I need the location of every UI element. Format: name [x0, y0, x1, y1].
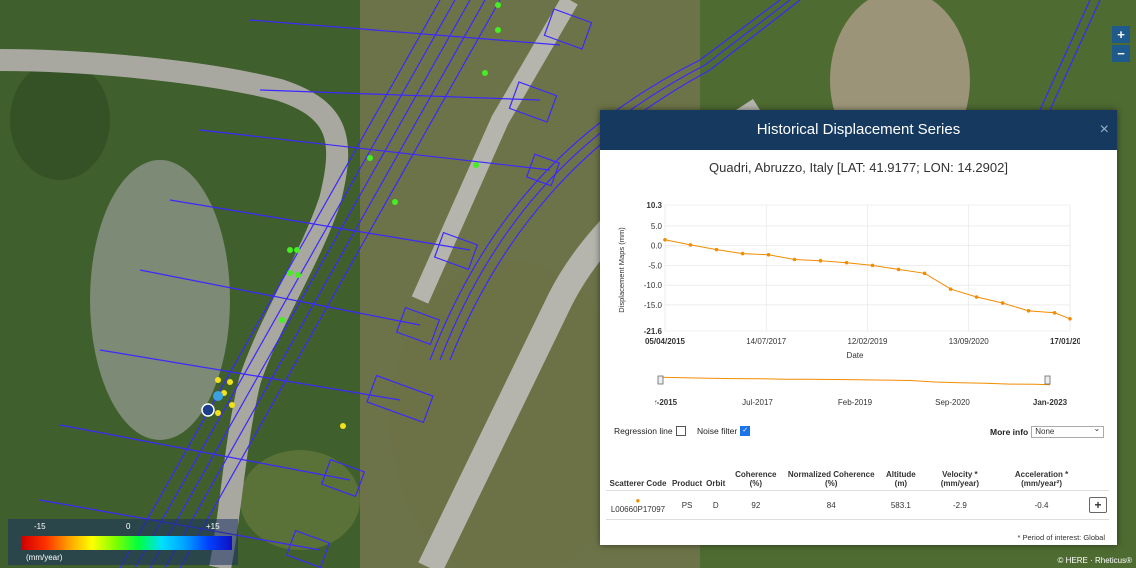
close-icon[interactable]: × [1100, 110, 1109, 150]
cell-acceleration: -0.4 [996, 490, 1087, 520]
th-velocity: Velocity * (mm/year) [940, 470, 980, 488]
period-note: * Period of interest: Global [1017, 533, 1105, 542]
y-tick-label: -10.0 [644, 281, 663, 290]
more-info-select[interactable]: None [1031, 424, 1105, 438]
th-altitude: Altitude (m) [885, 470, 916, 488]
data-point [948, 287, 953, 291]
panel-title: Historical Displacement Series [756, 121, 961, 138]
th-product: Product [671, 479, 703, 488]
x-tick-label: 13/09/2020 [949, 337, 990, 346]
cell-product: PS [669, 490, 705, 520]
data-point [714, 247, 719, 252]
zoom-in-button[interactable]: + [1112, 26, 1130, 43]
scatterer-table: Scatterer Code Product Orbit Coherence (… [606, 468, 1109, 520]
displacement-chart[interactable]: Displacement Maps (mm) Date 10.3 5.0 0.0 -5… [610, 195, 1080, 370]
data-point [922, 271, 927, 276]
navigator-tick-label: Feb-2019 [838, 398, 873, 407]
noise-filter-label: Noise filter [697, 426, 738, 436]
data-point [1026, 309, 1031, 313]
y-tick-label: -21.6 [644, 327, 663, 336]
th-normalized-coherence: Normalized Coherence (%) [787, 470, 875, 488]
x-tick-label: 17/01/2023 [1050, 337, 1080, 346]
th-scatterer-code: Scatterer Code [609, 479, 667, 488]
chart-navigator[interactable]: Apr-2015 Jul-2017 Feb-2019 Sep-2020 Jan-2023 [655, 370, 1075, 415]
legend-mid-label: 0 [126, 522, 131, 531]
th-orbit: Orbit [706, 479, 726, 488]
data-point [870, 263, 875, 268]
regression-label: Regression line [614, 426, 673, 436]
data-point [740, 251, 745, 256]
location-title: Quadri, Abruzzo, Italy [LAT: 41.9177; LO… [709, 160, 1008, 175]
navigator-right-handle[interactable] [1044, 375, 1051, 385]
x-tick-label: 05/04/2015 [645, 337, 686, 346]
data-point [844, 260, 849, 265]
more-info-label: More info [990, 427, 1029, 437]
y-tick-label: -5.0 [648, 261, 662, 270]
cell-velocity: -2.9 [923, 490, 997, 520]
data-point [1068, 316, 1072, 321]
cell-normalized-coherence: 84 [784, 490, 879, 520]
map-credit: © HERE · Rheticus® [1057, 556, 1132, 565]
x-axis-label: Date [847, 351, 864, 360]
table-row: ● L00660P17097 PS D 92 84 583.1 -2.9 -0.… [606, 490, 1109, 520]
table-header-row: Scatterer Code Product Orbit Coherence (… [606, 468, 1109, 491]
displacement-panel: Historical Displacement Series × Quadri,… [600, 110, 1117, 545]
legend-min-label: -15 [34, 522, 46, 531]
navigator-tick-label: Sep-2020 [935, 398, 970, 407]
cell-coherence: 92 [727, 490, 785, 520]
navigator-tick-label: Jul-2017 [742, 398, 773, 407]
x-tick-label: 14/07/2017 [746, 337, 787, 346]
y-tick-label: 10.3 [646, 201, 662, 210]
th-coherence: Coherence (%) [735, 470, 777, 488]
data-point [766, 252, 771, 257]
navigator-tick-label: Jan-2023 [1033, 398, 1068, 407]
velocity-legend: -15 0 +15 (mm/year) [8, 519, 238, 565]
y-tick-label: 5.0 [651, 222, 663, 231]
series-dot-icon: ● [635, 496, 641, 505]
data-point [896, 267, 901, 272]
data-point [663, 237, 667, 242]
expand-button[interactable]: + [1088, 497, 1107, 513]
legend-unit: (mm/year) [26, 553, 63, 562]
th-acceleration: Acceleration * (mm/year²) [1014, 470, 1069, 488]
y-tick-label: 0.0 [651, 242, 663, 251]
legend-max-label: +15 [206, 522, 220, 531]
data-point [792, 257, 797, 262]
noise-control: Noise filter ✓ [697, 426, 751, 436]
cell-orbit: D [704, 490, 728, 520]
data-point [818, 258, 823, 263]
zoom-out-button[interactable]: − [1112, 45, 1130, 62]
scatterer-code: L00660P17097 [610, 505, 666, 514]
more-info-control: More info None [990, 424, 1105, 438]
data-point [1052, 311, 1057, 315]
data-point [1000, 301, 1005, 305]
regression-control: Regression line [614, 426, 686, 436]
y-axis-label: Displacement Maps (mm) [617, 227, 626, 313]
cell-altitude: 583.1 [878, 490, 924, 520]
y-tick-label: -15.0 [644, 301, 663, 310]
panel-header: Historical Displacement Series × [600, 110, 1117, 150]
navigator-tick-label: Apr-2015 [655, 398, 678, 407]
regression-checkbox[interactable] [675, 426, 686, 436]
x-tick-label: 12/02/2019 [847, 337, 888, 346]
navigator-left-handle[interactable] [657, 375, 664, 385]
data-point [974, 295, 979, 299]
zoom-controls: + − [1112, 26, 1130, 62]
noise-filter-checkbox[interactable]: ✓ [740, 426, 751, 436]
data-point [688, 243, 693, 247]
legend-color-bar [22, 536, 232, 550]
navigator-series-line [659, 376, 1051, 386]
